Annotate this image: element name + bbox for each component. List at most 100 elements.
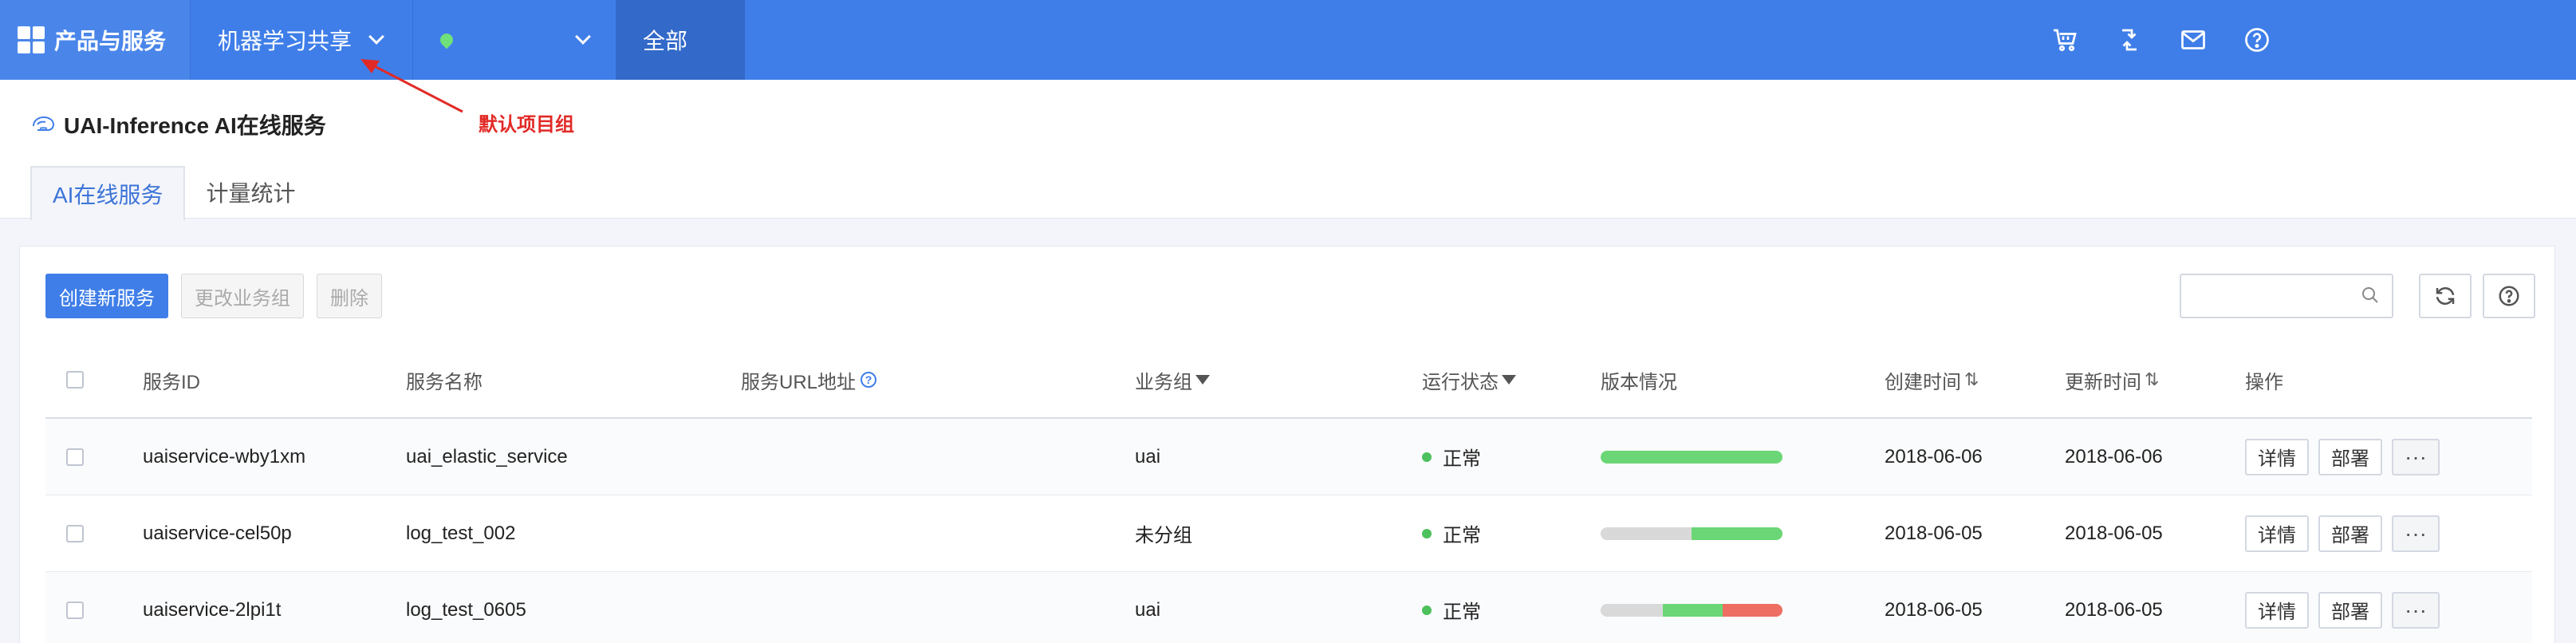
header-created-label: 创建时间	[1885, 371, 1961, 393]
create-service-button[interactable]: 创建新服务	[45, 274, 168, 318]
table-row[interactable]: uaiservice-wby1xm uai_elastic_service uai 正…	[45, 419, 2532, 495]
refresh-button[interactable]	[2419, 274, 2472, 318]
tab-ai-online-service[interactable]: AI在线服务	[30, 166, 186, 220]
more-button[interactable]: ···	[2392, 438, 2440, 475]
row-actions: 详情 部署 ···	[2245, 419, 2440, 495]
header-version: 版本情况	[1601, 371, 1677, 393]
version-bar	[1601, 603, 1782, 617]
location-pin-icon	[437, 30, 456, 49]
help-icon	[2499, 286, 2519, 306]
change-group-button[interactable]: 更改业务组	[181, 274, 304, 318]
more-button[interactable]: ···	[2392, 515, 2440, 552]
version-status	[1601, 495, 1782, 571]
chevron-down-icon	[575, 29, 591, 45]
status-dot-icon	[1422, 605, 1432, 615]
url-help-icon[interactable]: ?	[861, 372, 877, 388]
version-status	[1601, 572, 1782, 643]
service-group: uai	[1135, 598, 1161, 621]
header-created[interactable]: 创建时间 ⇅	[1885, 342, 1979, 417]
all-menu[interactable]: 全部	[616, 0, 745, 80]
products-menu[interactable]: 产品与服务	[0, 0, 190, 80]
table-body: uaiservice-wby1xm uai_elastic_service uai 正…	[45, 419, 2532, 643]
row-checkbox[interactable]	[66, 524, 84, 542]
products-label: 产品与服务	[54, 29, 167, 53]
brain-icon	[33, 116, 55, 131]
all-label: 全部	[643, 29, 688, 53]
status-label: 正常	[1443, 448, 1481, 470]
version-segment	[1722, 603, 1782, 617]
tab-bar: AI在线服务 计量统计	[30, 166, 316, 220]
version-bar	[1601, 527, 1782, 540]
table-row[interactable]: uaiservice-2lpi1t log_test_0605 uai 正常 2018-…	[45, 572, 2532, 643]
status-label: 正常	[1443, 525, 1481, 546]
row-checkbox[interactable]	[66, 448, 84, 466]
tab-metering-stats[interactable]: 计量统计	[185, 166, 316, 219]
header-url-label: 服务URL地址	[741, 371, 857, 393]
version-bar	[1601, 450, 1782, 464]
updated-time: 2018-06-06	[2065, 445, 2163, 467]
header-group[interactable]: 业务组	[1135, 342, 1210, 417]
version-segment	[1662, 603, 1723, 617]
chevron-down-icon	[368, 29, 384, 45]
service-name: log_test_0605	[406, 598, 526, 621]
cart-icon[interactable]	[2050, 24, 2082, 56]
header-updated-label: 更新时间	[2065, 371, 2141, 393]
header-updated[interactable]: 更新时间 ⇅	[2065, 342, 2159, 417]
status-label: 正常	[1443, 602, 1481, 623]
row-checkbox[interactable]	[66, 601, 84, 619]
row-actions: 详情 部署 ···	[2245, 495, 2440, 571]
service-list-card: 创建新服务 更改业务组 删除 服务ID 服务名称 服务URL地址 ? 业务组 运…	[19, 246, 2555, 643]
service-id: uaiservice-wby1xm	[143, 445, 306, 467]
table-row[interactable]: uaiservice-cel50p log_test_002 未分组 正常 2018-0…	[45, 495, 2532, 572]
created-time: 2018-06-05	[1885, 598, 1983, 621]
service-status: 正常	[1422, 495, 1481, 571]
service-id: uaiservice-cel50p	[143, 522, 292, 544]
annotation-text: 默认项目组	[479, 114, 574, 136]
status-dot-icon	[1422, 452, 1432, 462]
filter-icon[interactable]	[1195, 375, 1210, 385]
transfer-icon[interactable]	[2113, 24, 2145, 56]
sort-icon[interactable]: ⇅	[2145, 369, 2159, 390]
service-status: 正常	[1422, 419, 1481, 495]
detail-button[interactable]: 详情	[2245, 591, 2309, 629]
help-icon[interactable]	[2241, 24, 2273, 56]
project-label: 机器学习共享	[218, 29, 353, 53]
annotation-arrow	[359, 56, 471, 124]
help-button[interactable]	[2483, 274, 2535, 318]
service-id: uaiservice-2lpi1t	[143, 598, 282, 621]
header-status[interactable]: 运行状态	[1422, 342, 1516, 417]
updated-time: 2018-06-05	[2065, 598, 2163, 621]
detail-button[interactable]: 详情	[2245, 438, 2309, 475]
more-button[interactable]: ···	[2392, 591, 2440, 629]
header-service-id: 服务ID	[143, 371, 200, 393]
header-status-label: 运行状态	[1422, 371, 1499, 393]
filter-icon[interactable]	[1502, 375, 1516, 385]
version-segment	[1601, 450, 1782, 464]
version-segment	[1601, 603, 1663, 617]
detail-button[interactable]: 详情	[2245, 515, 2309, 552]
version-segment	[1601, 527, 1692, 540]
page-title: UAI-Inference AI在线服务	[30, 108, 326, 140]
deploy-button[interactable]: 部署	[2318, 515, 2382, 552]
select-all-checkbox[interactable]	[66, 371, 84, 389]
refresh-icon	[2436, 287, 2455, 305]
deploy-button[interactable]: 部署	[2318, 438, 2382, 475]
service-group: 未分组	[1135, 525, 1192, 546]
search-input[interactable]	[2180, 274, 2393, 318]
page-title-text: UAI-Inference AI在线服务	[64, 113, 326, 138]
deploy-button[interactable]: 部署	[2318, 591, 2382, 629]
status-dot-icon	[1422, 528, 1432, 538]
created-time: 2018-06-05	[1885, 522, 1983, 544]
header-ops: 操作	[2245, 371, 2283, 393]
delete-button[interactable]: 删除	[317, 274, 382, 318]
topbar-icons	[2050, 24, 2273, 56]
version-status	[1601, 419, 1782, 495]
header-group-label: 业务组	[1135, 371, 1192, 393]
mail-icon[interactable]	[2177, 24, 2209, 56]
row-actions: 详情 部署 ···	[2245, 572, 2440, 643]
service-group: uai	[1135, 445, 1161, 467]
sort-icon[interactable]: ⇅	[1964, 369, 1979, 390]
grid-icon	[18, 26, 45, 53]
toolbar: 创建新服务 更改业务组 删除	[45, 274, 382, 318]
service-name: uai_elastic_service	[406, 445, 568, 467]
